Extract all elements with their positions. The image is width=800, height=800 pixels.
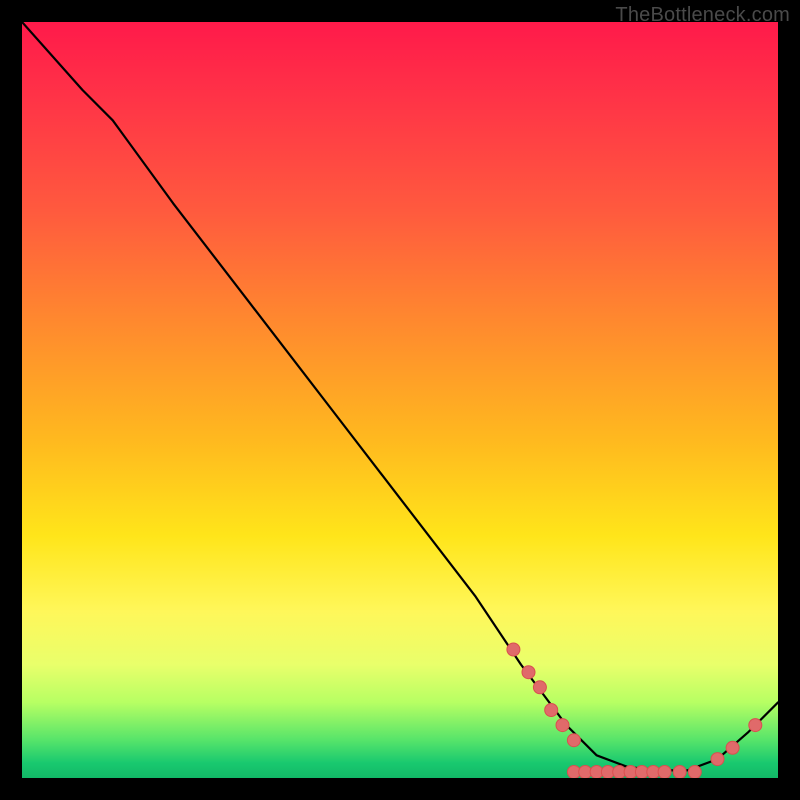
curve-marker xyxy=(545,704,558,717)
curve-marker xyxy=(507,643,520,656)
curve-marker xyxy=(749,719,762,732)
curve-marker xyxy=(726,741,739,754)
curve-marker xyxy=(522,666,535,679)
chart-svg xyxy=(22,22,778,778)
curve-marker xyxy=(711,753,724,766)
curve-marker xyxy=(533,681,546,694)
curve-marker xyxy=(567,734,580,747)
plot-area xyxy=(22,22,778,778)
chart-frame: TheBottleneck.com xyxy=(0,0,800,800)
curve-marker xyxy=(673,766,686,779)
curve-marker xyxy=(658,766,671,779)
watermark-text: TheBottleneck.com xyxy=(615,4,790,27)
bottleneck-curve xyxy=(22,22,778,770)
curve-markers xyxy=(507,643,762,778)
curve-marker xyxy=(556,719,569,732)
curve-marker xyxy=(688,766,701,779)
